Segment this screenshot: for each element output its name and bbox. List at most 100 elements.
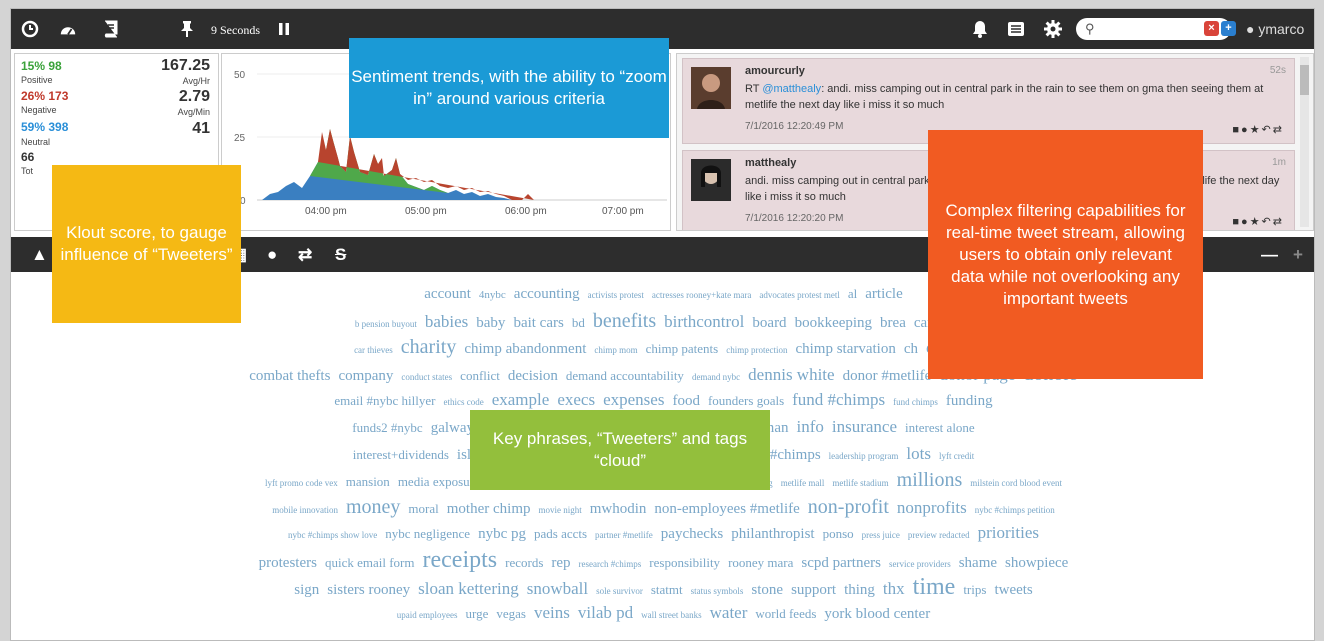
cloud-term[interactable]: interest alone xyxy=(905,420,975,435)
cloud-term[interactable]: lots xyxy=(906,444,931,463)
cloud-term[interactable]: board xyxy=(752,315,786,331)
tweet-actions[interactable]: ■●★↶⇄ xyxy=(1232,215,1284,228)
cloud-term[interactable]: pads accts xyxy=(534,526,587,541)
cloud-term[interactable]: conflict xyxy=(460,368,500,383)
cloud-term[interactable]: media exposure xyxy=(398,474,480,489)
cloud-term[interactable]: bookkeeping xyxy=(795,315,872,331)
cloud-term[interactable]: responsibility xyxy=(649,555,720,570)
cloud-term[interactable]: leadership program xyxy=(829,451,899,461)
cloud-term[interactable]: millions xyxy=(897,469,963,491)
location-pin-icon[interactable]: ● xyxy=(267,245,277,265)
cloud-term[interactable]: status symbols xyxy=(691,586,744,596)
cloud-term[interactable]: quick email form xyxy=(325,555,415,570)
cloud-term[interactable]: service providers xyxy=(889,559,951,569)
cloud-term[interactable]: protesters xyxy=(259,555,317,571)
cloud-term[interactable]: nybc #chimps petition xyxy=(975,505,1055,515)
cloud-term[interactable]: york blood center xyxy=(824,606,930,622)
cloud-term[interactable]: bd xyxy=(572,315,585,330)
cloud-term[interactable]: rep xyxy=(551,555,570,571)
pause-icon[interactable] xyxy=(275,20,293,38)
avatar[interactable] xyxy=(691,67,731,109)
cloud-term[interactable]: movie night xyxy=(538,505,581,515)
cloud-term[interactable]: rooney mara xyxy=(728,555,793,570)
gear-icon[interactable] xyxy=(1044,20,1062,38)
cloud-term[interactable]: time xyxy=(913,574,956,600)
cloud-term[interactable]: founders goals xyxy=(708,393,784,408)
cloud-term[interactable]: car thieves xyxy=(354,345,393,355)
strikethrough-icon[interactable]: S xyxy=(335,245,346,265)
cloud-term[interactable]: mobile innovation xyxy=(272,505,338,515)
cloud-term[interactable]: wall street banks xyxy=(641,610,701,620)
cloud-term[interactable]: ethics code xyxy=(443,397,483,407)
cloud-term[interactable]: mwhodin xyxy=(590,501,647,517)
cloud-term[interactable]: funding xyxy=(946,393,993,409)
cloud-term[interactable]: snowball xyxy=(527,579,588,598)
cloud-term[interactable]: sisters rooney xyxy=(327,582,410,598)
cloud-term[interactable]: metlife stadium xyxy=(832,478,888,488)
cloud-term[interactable]: thx xyxy=(883,579,905,598)
cloud-term[interactable]: statmt xyxy=(651,582,683,597)
cloud-term[interactable]: nybc pg xyxy=(478,526,526,542)
cloud-term[interactable]: donor #metlife xyxy=(843,368,932,384)
refresh-interval[interactable]: 9 Seconds xyxy=(211,23,260,38)
cloud-term[interactable]: press juice xyxy=(862,530,900,540)
cloud-term[interactable]: lyft credit xyxy=(939,451,974,461)
cloud-term[interactable]: tweets xyxy=(994,582,1032,598)
cloud-term[interactable]: chimp protection xyxy=(726,345,787,355)
book-icon[interactable] xyxy=(101,20,119,38)
cloud-term[interactable]: email #nybc hillyer xyxy=(334,393,435,408)
cloud-term[interactable]: decision xyxy=(508,368,558,384)
cloud-term[interactable]: expenses xyxy=(603,390,664,409)
tweet-username[interactable]: matthealy xyxy=(745,157,796,169)
cloud-term[interactable]: chimp starvation xyxy=(795,341,895,357)
cloud-term[interactable]: al xyxy=(848,286,857,301)
cloud-term[interactable]: records xyxy=(505,555,543,570)
cloud-term[interactable]: baby xyxy=(476,315,505,331)
cloud-term[interactable]: activists protest xyxy=(588,290,644,300)
cloud-term[interactable]: advocates protest metl xyxy=(759,290,839,300)
list-icon[interactable] xyxy=(1007,20,1025,38)
cloud-term[interactable]: shame xyxy=(959,555,997,571)
cloud-term[interactable]: fund #chimps xyxy=(792,390,885,409)
cloud-term[interactable]: milstein cord blood event xyxy=(970,478,1062,488)
cloud-term[interactable]: support xyxy=(791,582,836,598)
cloud-term[interactable]: demand accountability xyxy=(566,368,684,383)
cloud-term[interactable]: chimp abandonment xyxy=(464,341,586,357)
cloud-term[interactable]: babies xyxy=(425,312,468,331)
scroll-thumb[interactable] xyxy=(1300,65,1309,95)
cloud-term[interactable]: research #chimps xyxy=(579,559,642,569)
user-menu[interactable]: ● ymarco xyxy=(1246,21,1304,37)
cloud-term[interactable]: accounting xyxy=(514,286,580,302)
cloud-term[interactable]: mother chimp xyxy=(447,501,531,517)
cloud-term[interactable]: combat thefts xyxy=(249,368,330,384)
cloud-term[interactable]: urge xyxy=(466,606,489,621)
cloud-term[interactable]: charity xyxy=(401,336,457,358)
cloud-term[interactable]: fund chimps xyxy=(893,397,938,407)
cloud-term[interactable]: lyft promo code vex xyxy=(265,478,338,488)
cloud-term[interactable]: preview redacted xyxy=(908,530,970,540)
cloud-term[interactable]: benefits xyxy=(593,310,656,332)
home-icon[interactable]: ▲ xyxy=(31,245,48,265)
tweet-mention[interactable]: @matthealy xyxy=(762,83,821,95)
cloud-term[interactable]: ch xyxy=(904,341,918,357)
cloud-term[interactable]: ponso xyxy=(823,526,854,541)
cloud-term[interactable]: trips xyxy=(963,582,986,597)
cloud-term[interactable]: nybc #chimps show love xyxy=(288,530,377,540)
cloud-term[interactable]: demand nybc xyxy=(692,372,740,382)
cloud-term[interactable]: nonprofits xyxy=(897,498,967,517)
cloud-term[interactable]: vegas xyxy=(496,606,526,621)
cloud-term[interactable]: nybc negligence xyxy=(385,526,470,541)
cloud-term[interactable]: stone xyxy=(751,582,783,598)
dashboard-icon[interactable] xyxy=(59,20,77,38)
cloud-term[interactable]: company xyxy=(338,368,393,384)
tweet-actions[interactable]: ■●★↶⇄ xyxy=(1232,123,1284,136)
cloud-term[interactable]: account xyxy=(424,286,471,302)
cloud-term[interactable]: 4nybc xyxy=(479,289,506,301)
cloud-term[interactable]: scpd partners xyxy=(801,555,881,571)
cloud-term[interactable]: vilab pd xyxy=(578,603,633,622)
cloud-term[interactable]: actresses rooney+kate mara xyxy=(652,290,752,300)
cloud-term[interactable]: b pension buyout xyxy=(355,319,417,329)
cloud-term[interactable]: galway xyxy=(431,420,474,436)
cloud-term[interactable]: article xyxy=(865,286,902,302)
cloud-term[interactable]: non-employees #metlife xyxy=(654,501,799,517)
